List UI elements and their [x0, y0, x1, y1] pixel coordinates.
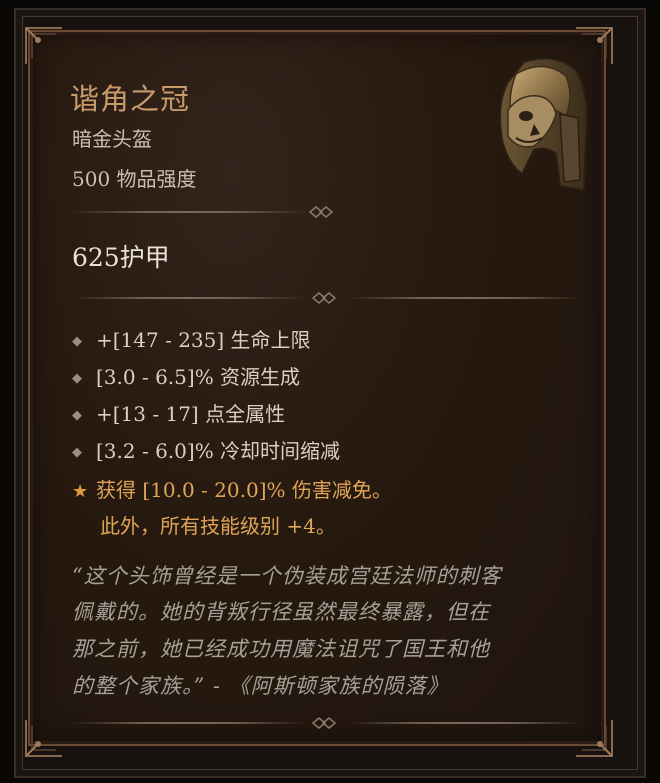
- star-icon: ★: [72, 481, 89, 502]
- divider: [72, 717, 582, 729]
- legendary-affix-continuation: 此外，所有技能级别 +4。: [100, 514, 336, 538]
- diamond-bullet-icon: ◆: [72, 408, 82, 423]
- flavor-text-line: 佩戴的。她的背叛行径虽然最终暴露，但在: [72, 600, 490, 624]
- armor-value: 625护甲: [72, 243, 170, 272]
- diamond-bullet-icon: ◆: [72, 371, 82, 386]
- helmet-icon: [499, 57, 588, 192]
- item-name: 谐角之冠: [70, 82, 191, 116]
- item-power: 500 物品强度: [72, 167, 197, 191]
- affix-line: ◆ +[13 - 17] 点全属性: [72, 398, 285, 428]
- affix-line: ◆ [3.2 - 6.0]% 冷却时间缩减: [72, 435, 340, 465]
- divider-ornament-icon: [311, 717, 337, 729]
- divider-ornament-icon: [311, 292, 337, 304]
- diamond-bullet-icon: ◆: [72, 445, 82, 460]
- divider: [72, 292, 582, 304]
- affix-text: [3.0 - 6.5]% 资源生成: [96, 365, 301, 389]
- item-tooltip: 谐角之冠 暗金头盔 500 物品强度 625护甲 ◆ +[147 - 235] …: [0, 0, 660, 783]
- affix-text: +[13 - 17] 点全属性: [96, 402, 286, 426]
- diamond-bullet-icon: ◆: [72, 334, 82, 349]
- divider-ornament-icon: [308, 206, 334, 218]
- divider: [72, 206, 342, 218]
- affix-text: [3.2 - 6.0]% 冷却时间缩减: [96, 439, 341, 463]
- item-type: 暗金头盔: [72, 127, 152, 151]
- flavor-text-line: 的整个家族。” - 《阿斯顿家族的陨落》: [72, 674, 449, 698]
- affix-line: ◆ [3.0 - 6.5]% 资源生成: [72, 361, 300, 391]
- affix-line: ◆ +[147 - 235] 生命上限: [72, 324, 311, 354]
- affix-text: +[147 - 235] 生命上限: [96, 328, 311, 352]
- corner-ornament-top-left: [25, 27, 62, 64]
- legendary-affix-text: 获得 [10.0 - 20.0]% 伤害减免。: [96, 478, 392, 502]
- flavor-text-line: 那之前，她已经成功用魔法诅咒了国王和他: [72, 637, 490, 661]
- legendary-affix: ★ 获得 [10.0 - 20.0]% 伤害减免。: [72, 474, 392, 504]
- corner-ornament-bottom-left: [25, 720, 62, 757]
- flavor-text-line: “这个头饰曾经是一个伪装成宫廷法师的刺客: [72, 564, 502, 588]
